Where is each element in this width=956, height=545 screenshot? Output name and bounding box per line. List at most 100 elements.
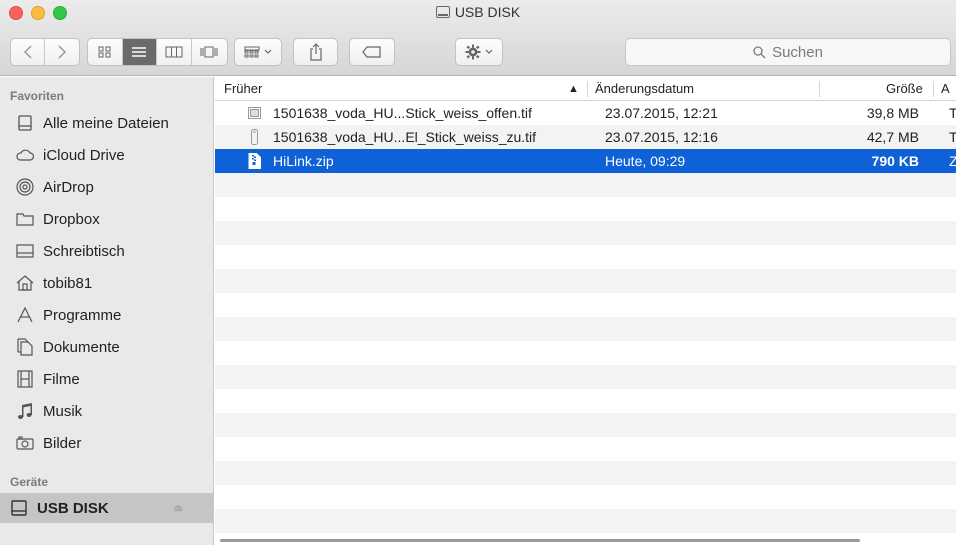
sidebar-item-home[interactable]: tobib81	[0, 267, 213, 299]
empty-row	[215, 461, 956, 485]
sidebar-item-icloud-drive[interactable]: iCloud Drive	[0, 139, 213, 171]
sidebar-item-documents[interactable]: Dokumente	[0, 331, 213, 363]
chevron-right-icon	[58, 45, 67, 59]
movies-icon	[16, 370, 34, 388]
back-button[interactable]	[11, 39, 46, 65]
group-by-button[interactable]	[234, 38, 282, 66]
column-header-kind[interactable]: A	[941, 81, 950, 96]
file-name: 1501638_voda_HU...Stick_weiss_offen.tif	[273, 105, 532, 121]
empty-row	[215, 365, 956, 389]
file-date: 23.07.2015, 12:16	[605, 129, 718, 145]
share-icon	[309, 43, 322, 61]
documents-icon	[16, 338, 34, 356]
file-row[interactable]: 1501638_voda_HU...Stick_weiss_offen.tif …	[215, 101, 956, 125]
tag-icon	[362, 46, 381, 58]
empty-row	[215, 509, 956, 533]
empty-row	[215, 221, 956, 245]
disk-icon	[435, 6, 450, 18]
search-field[interactable]: Suchen	[625, 38, 951, 66]
empty-row	[215, 485, 956, 509]
sidebar-item-music[interactable]: Musik	[0, 395, 213, 427]
sidebar-item-applications[interactable]: Programme	[0, 299, 213, 331]
empty-row	[215, 293, 956, 317]
empty-row	[215, 197, 956, 221]
sidebar-section-devices: Geräte	[10, 475, 49, 489]
action-button[interactable]	[455, 38, 503, 66]
camera-icon	[16, 434, 34, 452]
sidebar-item-pictures[interactable]: Bilder	[0, 427, 213, 459]
image-file-icon	[248, 107, 261, 119]
file-name: 1501638_voda_HU...El_Stick_weiss_zu.tif	[273, 129, 537, 145]
empty-row	[215, 413, 956, 437]
file-kind: Z	[949, 153, 956, 169]
disk-icon	[10, 499, 28, 517]
icon-view-icon	[98, 46, 111, 58]
music-icon	[16, 402, 34, 420]
sidebar-item-airdrop[interactable]: AirDrop	[0, 171, 213, 203]
chevron-down-icon	[485, 49, 493, 54]
coverflow-view-button[interactable]	[192, 39, 227, 65]
file-size: 42,7 MB	[866, 129, 919, 145]
zip-file-icon	[248, 153, 261, 169]
sidebar: Favoriten Alle meine Dateien iCloud Driv…	[0, 77, 214, 545]
sidebar-item-movies[interactable]: Filme	[0, 363, 213, 395]
sidebar-item-usb-disk[interactable]: USB DISK ⏏	[0, 493, 213, 523]
column-header-name[interactable]: Früher	[224, 81, 262, 96]
applications-icon	[16, 306, 34, 324]
image-file-icon	[251, 129, 258, 145]
gear-icon	[465, 44, 481, 60]
empty-row	[215, 245, 956, 269]
empty-row	[215, 317, 956, 341]
list-header: Früher ▲ Änderungsdatum Größe A	[215, 77, 956, 101]
tag-button[interactable]	[349, 38, 395, 66]
forward-button[interactable]	[45, 39, 79, 65]
file-size: 39,8 MB	[866, 105, 919, 121]
coverflow-view-icon	[200, 46, 218, 58]
file-row[interactable]: 1501638_voda_HU...El_Stick_weiss_zu.tif …	[215, 125, 956, 149]
horizontal-scrollbar[interactable]	[220, 539, 860, 542]
file-date: Heute, 09:29	[605, 153, 686, 169]
column-view-button[interactable]	[157, 39, 192, 65]
sidebar-item-all-files[interactable]: Alle meine Dateien	[0, 107, 213, 139]
airdrop-icon	[16, 178, 34, 196]
empty-row	[215, 389, 956, 413]
empty-row	[215, 341, 956, 365]
list-view-button[interactable]	[122, 39, 157, 65]
chevron-left-icon	[23, 45, 32, 59]
all-files-icon	[16, 114, 34, 132]
eject-icon[interactable]: ⏏	[174, 503, 183, 514]
icon-view-button[interactable]	[88, 39, 123, 65]
column-header-size[interactable]: Größe	[886, 81, 923, 96]
group-icon	[244, 46, 260, 58]
column-view-icon	[165, 46, 183, 58]
list-view-icon	[132, 47, 147, 57]
empty-row	[215, 173, 956, 197]
file-kind: T	[949, 129, 956, 145]
back-forward-control	[10, 38, 80, 66]
file-size: 790 KB	[871, 153, 919, 169]
share-button[interactable]	[293, 38, 338, 66]
chevron-down-icon	[264, 49, 272, 54]
file-date: 23.07.2015, 12:21	[605, 105, 718, 121]
window-toolbar: USB DISK Suchen	[0, 0, 956, 76]
file-row-selected[interactable]: HiLink.zip Heute, 09:29 790 KB Z	[215, 149, 956, 173]
file-list: Früher ▲ Änderungsdatum Größe A 1501638_…	[215, 77, 956, 545]
home-icon	[16, 274, 34, 292]
cloud-icon	[16, 146, 34, 164]
sort-ascending-icon: ▲	[568, 83, 579, 95]
window-title: USB DISK	[0, 4, 956, 20]
desktop-icon	[16, 242, 34, 260]
sidebar-item-desktop[interactable]: Schreibtisch	[0, 235, 213, 267]
file-kind: T	[949, 105, 956, 121]
search-icon	[753, 45, 766, 58]
file-name: HiLink.zip	[273, 153, 334, 169]
view-mode-control	[87, 38, 228, 66]
empty-row	[215, 269, 956, 293]
file-rows: 1501638_voda_HU...Stick_weiss_offen.tif …	[215, 101, 956, 545]
empty-row	[215, 437, 956, 461]
sidebar-section-favorites: Favoriten	[10, 89, 65, 103]
search-placeholder: Suchen	[772, 43, 823, 61]
column-header-date[interactable]: Änderungsdatum	[595, 81, 694, 96]
sidebar-item-dropbox[interactable]: Dropbox	[0, 203, 213, 235]
folder-icon	[16, 210, 34, 228]
